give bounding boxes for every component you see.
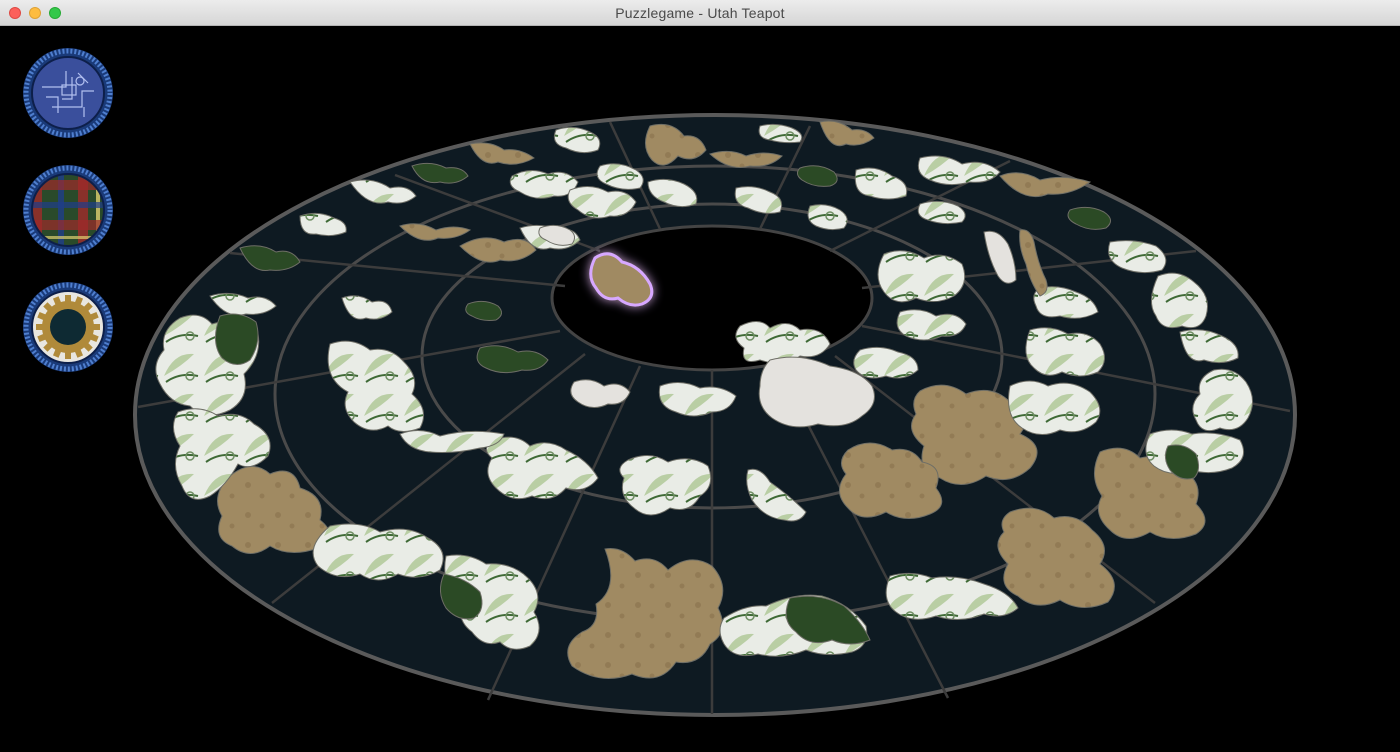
title-bar[interactable]: Puzzlegame - Utah Teapot — [0, 0, 1400, 26]
window-title: Puzzlegame - Utah Teapot — [615, 5, 785, 21]
gear-icon — [22, 281, 114, 373]
background-texture-tartan-button[interactable] — [22, 164, 114, 256]
puzzle-piece[interactable] — [215, 313, 259, 365]
background-texture-blueprint-button[interactable] — [22, 47, 114, 139]
settings-gear-button[interactable] — [22, 281, 114, 373]
puzzle-piece[interactable] — [1008, 380, 1101, 435]
blueprint-texture-icon — [23, 48, 113, 138]
puzzle-board[interactable] — [0, 26, 1400, 752]
tartan-texture-icon — [23, 165, 113, 255]
game-viewport[interactable] — [0, 26, 1400, 752]
puzzle-piece[interactable] — [877, 250, 966, 303]
app-window: Puzzlegame - Utah Teapot — [0, 0, 1400, 752]
